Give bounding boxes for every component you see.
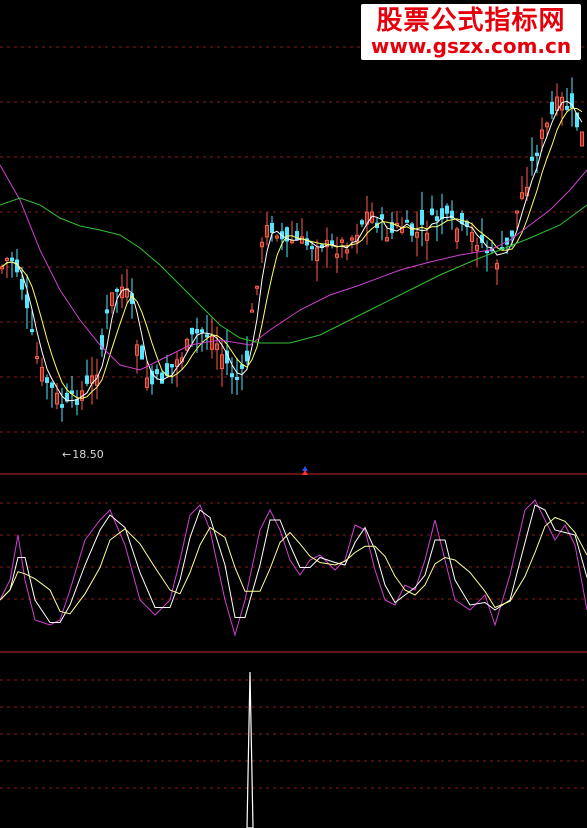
moving-averages bbox=[0, 100, 587, 402]
candle-body bbox=[60, 404, 64, 408]
candle-body bbox=[10, 257, 14, 262]
candle-body bbox=[530, 156, 534, 161]
signal-spike bbox=[246, 671, 254, 828]
candle-body bbox=[430, 208, 434, 215]
candle-body bbox=[190, 327, 194, 335]
osc-mid-line bbox=[0, 504, 587, 623]
candle-body bbox=[270, 222, 274, 233]
candle-body bbox=[25, 294, 29, 309]
candle-body bbox=[140, 345, 144, 360]
candle-body bbox=[420, 209, 424, 225]
chart-canvas bbox=[0, 46, 587, 828]
candle-body bbox=[310, 246, 314, 250]
candle-body bbox=[105, 309, 109, 314]
candle-body bbox=[45, 377, 49, 384]
candle-body bbox=[235, 376, 239, 380]
candle-body bbox=[30, 329, 34, 333]
candle-body bbox=[380, 214, 384, 220]
candle-body bbox=[435, 216, 439, 221]
candle-body bbox=[200, 329, 204, 333]
candle-body bbox=[445, 205, 449, 214]
candle-body bbox=[360, 220, 364, 225]
candle-body bbox=[245, 350, 249, 362]
signal-bars bbox=[246, 671, 254, 828]
candle-body bbox=[85, 375, 89, 384]
watermark-site-name: 股票公式指标网 bbox=[376, 6, 566, 36]
watermark-url: www.gszx.com.cn bbox=[370, 34, 572, 58]
candle-body bbox=[460, 212, 464, 224]
candle-body bbox=[170, 364, 174, 368]
candle-body bbox=[155, 369, 159, 375]
candle-body bbox=[165, 363, 169, 376]
candle-body bbox=[195, 328, 199, 334]
candle-body bbox=[510, 230, 514, 237]
left-arrow-icon: ← bbox=[62, 448, 72, 461]
ma-short-line bbox=[1, 100, 583, 402]
candle-body bbox=[160, 372, 164, 384]
candle-body bbox=[565, 106, 569, 110]
low-price-value: 18.50 bbox=[72, 448, 104, 461]
candle-body bbox=[205, 334, 209, 338]
candle-body bbox=[230, 373, 234, 378]
candle-body bbox=[20, 279, 24, 290]
candles bbox=[0, 77, 584, 422]
candle-body bbox=[50, 382, 54, 388]
watermark-logo: 股票公式指标网 www.gszx.com.cn bbox=[361, 4, 581, 60]
candle-body bbox=[405, 219, 409, 223]
ma-mid-line bbox=[1, 107, 583, 399]
grid-lines bbox=[0, 46, 587, 789]
candle-body bbox=[535, 152, 539, 157]
candle-body bbox=[550, 101, 554, 115]
candle-body bbox=[115, 288, 119, 292]
low-price-annotation: ←18.50 bbox=[62, 448, 104, 461]
ma-long-green-line bbox=[0, 197, 587, 344]
